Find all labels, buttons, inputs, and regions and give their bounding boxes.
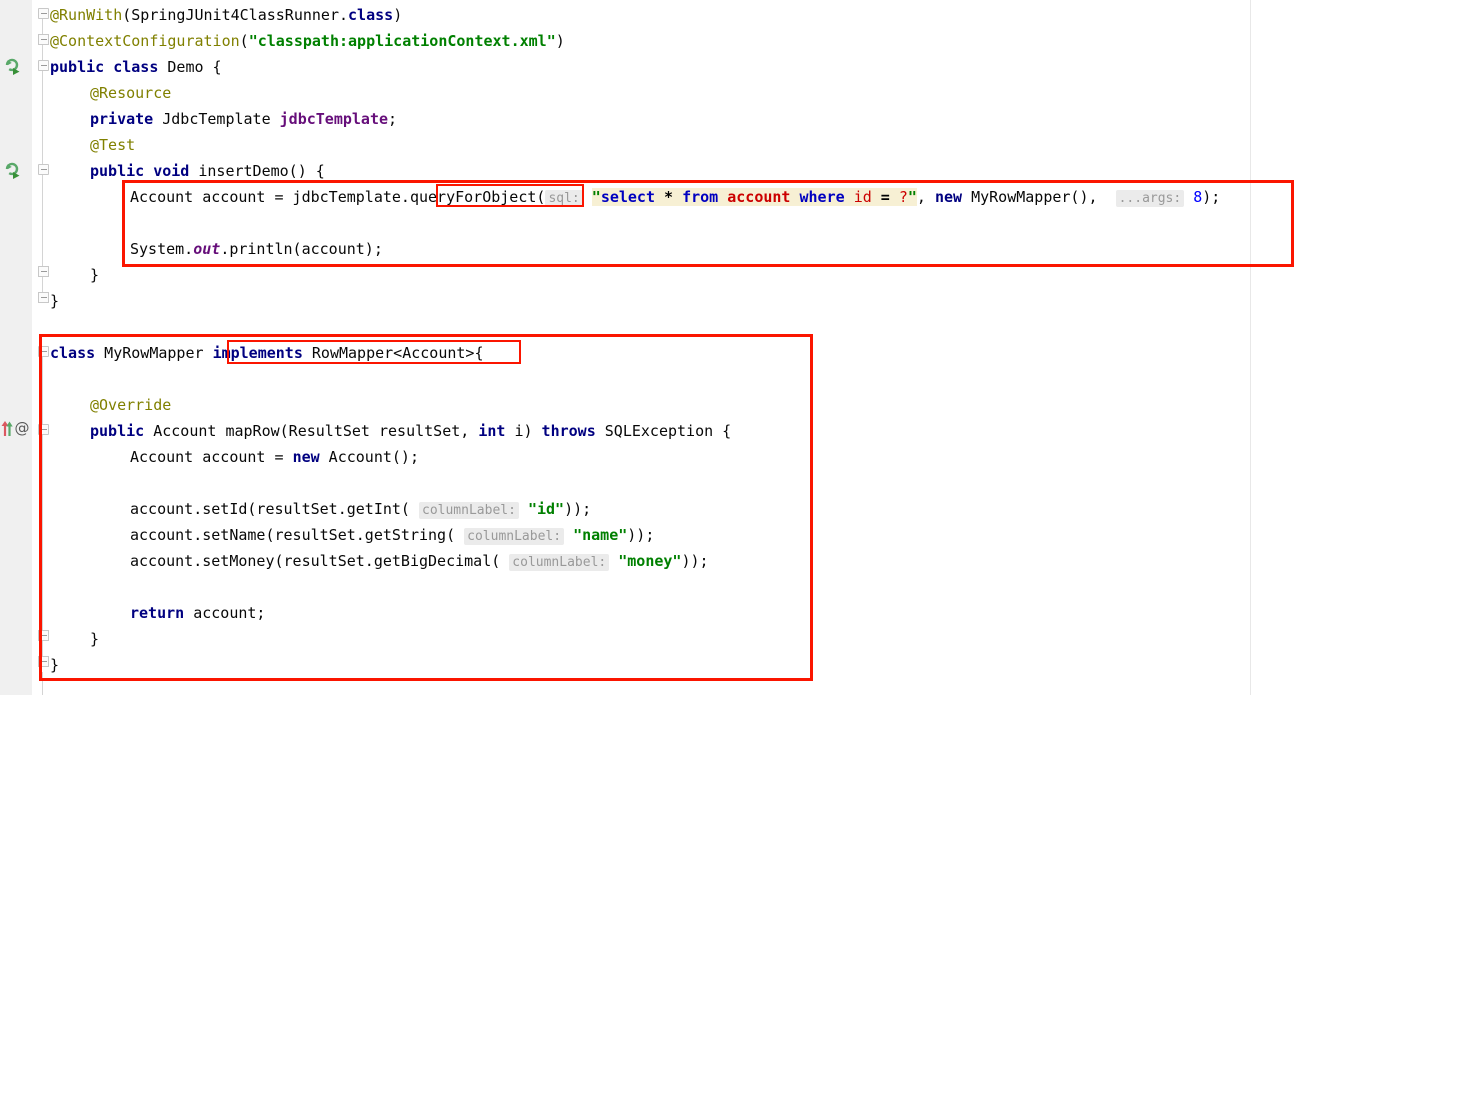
code-line-8[interactable]: Account account = jdbcTemplate.queryForO… [130,184,1220,210]
code-line-21[interactable]: account.setName(resultSet.getString( col… [130,522,654,548]
code-line-17[interactable]: public Account mapRow(ResultSet resultSe… [90,418,731,444]
code-line-2[interactable]: @ContextConfiguration("classpath:applica… [50,28,565,54]
inlay-hint-sql: sql: [545,190,583,207]
code-line-6[interactable]: @Test [90,132,135,158]
code-line-11[interactable]: } [90,262,99,288]
code-line-14[interactable]: class MyRowMapper implements RowMapper<A… [50,340,484,366]
code-line-1[interactable]: @RunWith(SpringJUnit4ClassRunner.class) [50,2,402,28]
inlay-hint-columnlabel-money: columnLabel: [509,554,610,571]
inlay-hint-columnlabel-name: columnLabel: [464,528,565,545]
inlay-hint-args: ...args: [1115,190,1185,207]
code-line-26[interactable]: } [50,652,59,678]
code-line-16[interactable]: @Override [90,392,171,418]
code-line-5[interactable]: private JdbcTemplate jdbcTemplate; [90,106,397,132]
code-line-3[interactable]: public class Demo { [50,54,222,80]
code-line-10[interactable]: System.out.println(account); [130,236,383,262]
code-line-18[interactable]: Account account = new Account(); [130,444,419,470]
code-line-12[interactable]: } [50,288,59,314]
code-line-7[interactable]: public void insertDemo() { [90,158,325,184]
code-line-22[interactable]: account.setMoney(resultSet.getBigDecimal… [130,548,709,574]
code-line-25[interactable]: } [90,626,99,652]
inlay-hint-columnlabel-id: columnLabel: [419,502,519,519]
code-line-4[interactable]: @Resource [90,80,171,106]
code-line-20[interactable]: account.setId(resultSet.getInt( columnLa… [130,496,591,522]
code-line-24[interactable]: return account; [130,600,265,626]
code-editor-content[interactable]: @RunWith(SpringJUnit4ClassRunner.class) … [0,0,1472,695]
